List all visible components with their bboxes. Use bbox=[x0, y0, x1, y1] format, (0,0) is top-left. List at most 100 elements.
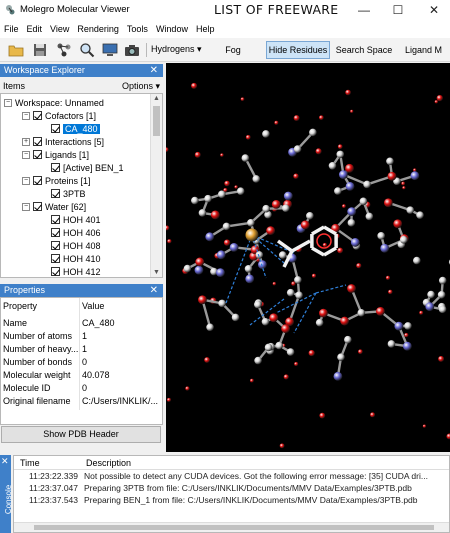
visibility-checkbox[interactable] bbox=[51, 267, 60, 276]
expand-icon[interactable]: + bbox=[22, 137, 30, 146]
show-pdb-header-button[interactable]: Show PDB Header bbox=[1, 426, 161, 443]
menu-view[interactable]: View bbox=[46, 24, 73, 34]
property-row[interactable]: Number of bonds 0 bbox=[1, 357, 162, 369]
scroll-thumb[interactable] bbox=[153, 106, 160, 136]
tree-item[interactable]: [Active] BEN_1 bbox=[40, 161, 124, 174]
visibility-checkbox[interactable] bbox=[33, 176, 42, 185]
atom-sphere bbox=[205, 232, 215, 242]
ligand-map-button[interactable]: Ligand M bbox=[399, 41, 450, 59]
atom-sphere bbox=[269, 313, 279, 323]
atom-sphere bbox=[247, 218, 255, 227]
ligand-bond bbox=[311, 246, 325, 257]
camera-icon[interactable] bbox=[124, 42, 140, 58]
property-row[interactable]: Molecular weight 40.078 bbox=[1, 370, 162, 382]
atom-sphere bbox=[231, 313, 240, 322]
property-row[interactable]: Number of heavy... 1 bbox=[1, 344, 162, 356]
property-row[interactable]: Name CA_480 bbox=[1, 318, 162, 330]
collapse-icon[interactable]: − bbox=[22, 150, 30, 159]
property-value: CA_480 bbox=[82, 318, 115, 328]
property-column-header: Property bbox=[3, 301, 38, 311]
monitor-icon[interactable] bbox=[102, 42, 118, 58]
visibility-checkbox[interactable] bbox=[51, 215, 60, 224]
tree-item[interactable]: HOH 408 bbox=[40, 239, 101, 252]
scroll-up-icon[interactable]: ▲ bbox=[153, 95, 160, 102]
console-description: Preparing BEN_1 from file: C:/Users/INKL… bbox=[84, 495, 418, 505]
tree-item[interactable]: − Ligands [1] bbox=[22, 148, 89, 161]
menu-window[interactable]: Window bbox=[152, 24, 192, 34]
collapse-icon[interactable]: − bbox=[4, 98, 12, 107]
visibility-checkbox[interactable] bbox=[51, 254, 60, 263]
minimize-button[interactable]: — bbox=[348, 0, 380, 20]
menu-tools[interactable]: Tools bbox=[123, 24, 152, 34]
tree-item[interactable]: − Cofactors [1] bbox=[22, 109, 96, 122]
tree-item[interactable]: HOH 401 bbox=[40, 213, 101, 226]
fog-button[interactable]: Fog bbox=[203, 41, 263, 59]
water-oxygen-atom bbox=[220, 153, 224, 157]
property-row[interactable]: Number of atoms 1 bbox=[1, 331, 162, 343]
close-console-icon[interactable]: ✕ bbox=[1, 456, 9, 467]
scroll-down-icon[interactable]: ▼ bbox=[153, 269, 160, 276]
value-column-header: Value bbox=[82, 301, 105, 311]
visibility-checkbox[interactable] bbox=[33, 137, 42, 146]
options-dropdown[interactable]: Options ▾ bbox=[122, 81, 160, 92]
menu-rendering[interactable]: Rendering bbox=[73, 24, 123, 34]
water-oxygen-atom bbox=[337, 144, 343, 150]
tree-item[interactable]: HOH 412 bbox=[40, 265, 101, 277]
folder-open-icon[interactable] bbox=[8, 42, 24, 58]
tree-scrollbar[interactable]: ▲ ▼ bbox=[150, 94, 162, 277]
tree-item[interactable]: CA_480 bbox=[40, 122, 100, 135]
tree-item[interactable]: HOH 410 bbox=[40, 252, 101, 265]
tree-item[interactable]: − Water [62] bbox=[22, 200, 86, 213]
property-key: Molecular weight bbox=[3, 370, 71, 380]
scroll-thumb[interactable] bbox=[34, 525, 434, 530]
magnifier-icon[interactable] bbox=[79, 42, 95, 58]
property-row[interactable]: Original filename C:/Users/INKLIK/... bbox=[1, 396, 162, 408]
visibility-checkbox[interactable] bbox=[51, 124, 60, 133]
console-row: 11:23:22.339 Not possible to detect any C… bbox=[14, 471, 449, 482]
collapse-icon[interactable]: − bbox=[22, 176, 30, 185]
molecule-render[interactable] bbox=[166, 63, 450, 452]
atom-sphere bbox=[347, 284, 356, 293]
save-icon[interactable] bbox=[32, 42, 48, 58]
hide-residues-button[interactable]: Hide Residues bbox=[266, 41, 330, 59]
atom-sphere bbox=[345, 181, 355, 191]
visibility-checkbox[interactable] bbox=[51, 163, 60, 172]
molecule-viewport[interactable] bbox=[166, 63, 450, 452]
tree-item[interactable]: + Interactions [5] bbox=[22, 135, 104, 148]
property-row[interactable]: Molecule ID 0 bbox=[1, 383, 162, 395]
visibility-checkbox[interactable] bbox=[51, 189, 60, 198]
atom-sphere bbox=[218, 190, 226, 199]
atom-sphere bbox=[345, 163, 354, 173]
close-panel-icon[interactable]: ✕ bbox=[150, 64, 158, 77]
search-space-button[interactable]: Search Space bbox=[333, 41, 395, 59]
water-oxygen-atom bbox=[274, 120, 279, 125]
atom-sphere bbox=[438, 276, 447, 285]
tree-item[interactable]: − Proteins [1] bbox=[22, 174, 91, 187]
collapse-icon[interactable]: − bbox=[22, 111, 30, 120]
console-hscrollbar[interactable] bbox=[14, 522, 449, 532]
hydrogens-dropdown[interactable]: Hydrogens ▾ bbox=[151, 44, 202, 55]
visibility-checkbox[interactable] bbox=[33, 150, 42, 159]
tree-item[interactable]: − Workspace: Unnamed bbox=[4, 96, 104, 109]
property-value: 40.078 bbox=[82, 370, 110, 380]
menu-help[interactable]: Help bbox=[192, 24, 219, 34]
atom-sphere bbox=[252, 175, 261, 183]
tree-item[interactable]: HOH 406 bbox=[40, 226, 101, 239]
atom-sphere bbox=[216, 250, 226, 260]
menu-edit[interactable]: Edit bbox=[23, 24, 47, 34]
water-oxygen-atom bbox=[350, 109, 354, 113]
water-oxygen-atom bbox=[194, 151, 201, 158]
tree-item[interactable]: 3PTB bbox=[40, 187, 86, 200]
menu-file[interactable]: File bbox=[0, 24, 23, 34]
maximize-button[interactable]: ☐ bbox=[382, 0, 414, 20]
collapse-icon[interactable]: − bbox=[22, 202, 30, 211]
close-button[interactable]: ✕ bbox=[418, 0, 450, 20]
molecule-icon[interactable] bbox=[56, 42, 72, 58]
visibility-checkbox[interactable] bbox=[33, 202, 42, 211]
visibility-checkbox[interactable] bbox=[51, 228, 60, 237]
tree-item-label: Water [62] bbox=[45, 201, 87, 212]
visibility-checkbox[interactable] bbox=[33, 111, 42, 120]
tree-item-label: Ligands [1] bbox=[45, 149, 90, 160]
visibility-checkbox[interactable] bbox=[51, 241, 60, 250]
close-panel-icon[interactable]: ✕ bbox=[150, 284, 158, 297]
